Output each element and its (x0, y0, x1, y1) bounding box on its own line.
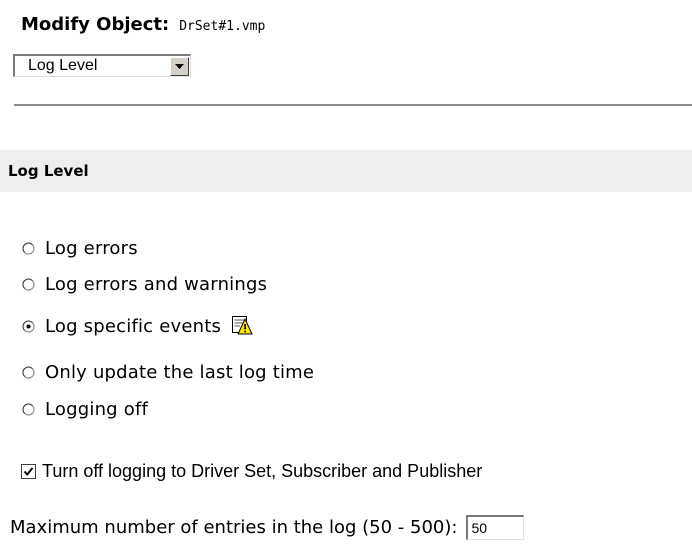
radio-selected-icon[interactable] (22, 320, 35, 333)
radio-unselected-icon[interactable] (22, 366, 35, 379)
object-view-select-value: Log Level (28, 57, 98, 74)
object-view-select[interactable]: Log Level (13, 54, 191, 77)
radio-log-errors-and-warnings[interactable]: Log errors and warnings (22, 272, 267, 296)
radio-label: Log errors and warnings (45, 273, 268, 295)
modify-object-label: Modify Object: (21, 14, 170, 35)
max-entries-row: Maximum number of entries in the log (50… (10, 514, 525, 540)
radio-only-update-last-log-time[interactable]: Only update the last log time (22, 360, 314, 384)
checkbox-checked-icon[interactable] (21, 463, 36, 479)
radio-unselected-icon[interactable] (22, 403, 35, 416)
turn-off-logging-checkbox-row[interactable]: Turn off logging to Driver Set, Subscrib… (21, 459, 482, 483)
section-title: Log Level (8, 162, 89, 180)
radio-log-specific-events[interactable]: Log specific events (22, 314, 253, 338)
turn-off-logging-label: Turn off logging to Driver Set, Subscrib… (42, 460, 483, 481)
modify-object-header: Modify Object: DrSet#1.vmp (21, 14, 265, 40)
radio-unselected-icon[interactable] (22, 242, 35, 255)
max-entries-input[interactable] (466, 514, 525, 540)
radio-label: Only update the last log time (45, 361, 315, 383)
section-header: Log Level (0, 150, 692, 192)
radio-log-errors[interactable]: Log errors (22, 236, 138, 260)
header-divider (14, 104, 692, 106)
max-entries-label: Maximum number of entries in the log (50… (10, 516, 458, 538)
radio-label: Log errors (45, 237, 138, 259)
radio-label: Log specific events (45, 315, 222, 337)
chevron-down-icon[interactable] (170, 56, 189, 76)
radio-label: Logging off (45, 398, 149, 420)
radio-logging-off[interactable]: Logging off (22, 397, 148, 421)
object-name: DrSet#1.vmp (179, 19, 266, 34)
radio-unselected-icon[interactable] (22, 278, 35, 291)
event-log-warning-icon[interactable] (231, 315, 253, 337)
